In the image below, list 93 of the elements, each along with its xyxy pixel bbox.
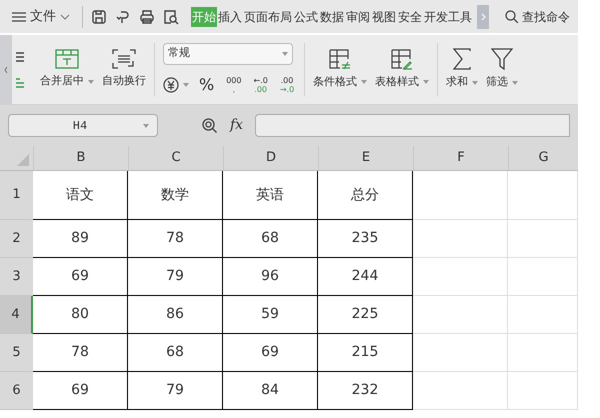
formula-field[interactable] (255, 114, 570, 137)
table-cell: 总分 (318, 171, 413, 220)
caret-icon (143, 124, 149, 128)
caret-icon (472, 80, 478, 84)
table-cell (508, 372, 578, 410)
table-cell (508, 296, 578, 334)
table-cell: 235 (318, 220, 413, 258)
number-format-button[interactable]: ←.0 .00 (251, 76, 270, 94)
column-header[interactable]: B (33, 146, 128, 170)
caret-icon (361, 80, 368, 84)
ribbon-tab[interactable]: 安全 (397, 6, 423, 26)
table-cell: 语文 (33, 171, 128, 220)
column-header[interactable]: G (508, 146, 578, 170)
table-cell: 69 (33, 258, 128, 296)
name-box[interactable]: H4 (8, 114, 158, 137)
chevron-down-icon (60, 14, 70, 20)
table-cell: 69 (223, 334, 318, 372)
search-command[interactable]: 查找命令 (505, 8, 570, 26)
chevron-right-icon (480, 12, 486, 20)
search-icon (505, 10, 518, 23)
caret-icon (183, 82, 189, 86)
table-cell (508, 258, 578, 296)
file-menu[interactable]: 文件 (12, 6, 70, 26)
number-format-button[interactable]: 000 , (224, 76, 244, 94)
row-header[interactable]: 1 (0, 171, 33, 220)
table-cell: 78 (33, 334, 128, 372)
table-cell (508, 334, 578, 372)
menu-icon (12, 12, 26, 22)
table-cell: 78 (128, 220, 223, 258)
row-header[interactable]: 4 (0, 296, 33, 334)
row-header[interactable]: 5 (0, 334, 33, 372)
save-icon[interactable] (91, 8, 107, 24)
ribbon-tab[interactable]: 审阅 (345, 6, 371, 26)
column-header[interactable]: E (318, 146, 413, 170)
table-cell: 59 (223, 296, 318, 334)
column-header[interactable]: C (128, 146, 223, 170)
table-cell: 79 (128, 258, 223, 296)
indent-icon[interactable] (16, 78, 25, 88)
print-icon[interactable] (139, 8, 155, 24)
wrap-text-button[interactable]: 自动换行 (98, 35, 150, 104)
caret-icon (88, 80, 94, 84)
merge-cells-icon (55, 49, 79, 70)
column-header[interactable]: D (223, 146, 318, 170)
table-cell: 84 (223, 372, 318, 410)
caret-icon (512, 80, 518, 84)
conditional-format-icon (329, 48, 352, 70)
table-cell: 68 (223, 220, 318, 258)
table-cell: 244 (318, 258, 413, 296)
chevron-left-icon (4, 66, 8, 72)
column-header[interactable]: F (413, 146, 508, 170)
filter-button[interactable]: 筛选 (482, 35, 522, 104)
table-cell: 215 (318, 334, 413, 372)
table-cell: 79 (128, 372, 223, 410)
table-cell: 英语 (223, 171, 318, 220)
conditional-format-button[interactable]: 条件格式 (309, 35, 372, 104)
table-cell: 232 (318, 372, 413, 410)
merge-center-button[interactable]: 合并居中 (36, 35, 98, 104)
number-format-button[interactable]: .00 →.0 (278, 76, 296, 94)
currency-icon[interactable] (163, 76, 179, 92)
row-header[interactable]: 3 (0, 258, 33, 296)
zoom-icon[interactable] (202, 118, 218, 134)
table-cell: 225 (318, 296, 413, 334)
table-cell: 96 (223, 258, 318, 296)
function-button[interactable]: fx (230, 115, 244, 136)
table-cell: 80 (33, 296, 128, 334)
number-format-select[interactable]: 常规 (163, 42, 293, 64)
row-header[interactable]: 6 (0, 372, 33, 410)
undo-icon[interactable] (115, 8, 131, 24)
ribbon-tab[interactable]: 插入 (217, 6, 243, 26)
table-cell: 86 (128, 296, 223, 334)
table-cell: 69 (33, 372, 128, 410)
table-cell: 68 (128, 334, 223, 372)
ribbon-tab[interactable]: 页面布局 (243, 6, 293, 26)
triangle-icon (17, 154, 29, 166)
ribbon-tab[interactable]: 数据 (319, 6, 345, 26)
table-cell (508, 220, 578, 258)
table-cell: 89 (33, 220, 128, 258)
wrap-text-icon (112, 49, 136, 70)
caret-icon (282, 52, 288, 56)
filter-icon (491, 48, 514, 70)
ribbon-tab[interactable]: 公式 (293, 6, 319, 26)
table-style-icon (391, 48, 414, 70)
number-format-button[interactable]: % (197, 72, 216, 96)
ribbon-tab[interactable]: 视图 (371, 6, 397, 26)
align-icon[interactable] (16, 52, 25, 62)
sum-button[interactable]: 求和 (442, 35, 482, 104)
table-cell: 数学 (128, 171, 223, 220)
ribbon-tab[interactable]: 开发工具 (423, 6, 473, 26)
table-style-button[interactable]: 表格样式 (371, 35, 434, 104)
sigma-icon (452, 48, 472, 70)
preview-icon[interactable] (163, 8, 179, 24)
row-header[interactable]: 2 (0, 220, 33, 258)
caret-icon (423, 80, 430, 84)
